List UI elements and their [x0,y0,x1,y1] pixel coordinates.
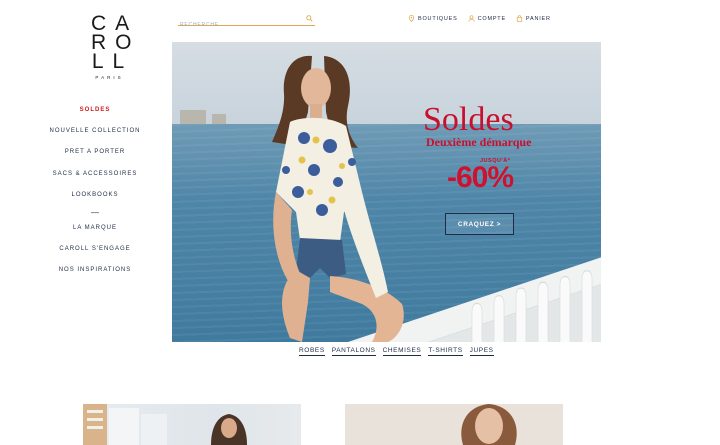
sidebar-item-lookbooks[interactable]: LOOKBOOKS [40,189,150,210]
sidebar-item-nos-inspirations[interactable]: NOS INSPIRATIONS [40,264,150,285]
sidebar-item-la-marque[interactable]: LA MARQUE [40,222,150,243]
sidebar-item-sacs-accessoires[interactable]: SACS & ACCESSOIRES [40,168,150,189]
search-bar [178,13,315,31]
account-link-label: COMPTE [477,15,506,22]
sidebar-item-nouvelle-collection[interactable]: NOUVELLE COLLECTION [40,125,150,146]
product-tile[interactable] [345,404,563,445]
category-links: ROBES PANTALONS CHEMISES T-SHIRTS JUPES [299,347,494,356]
hero-title: Soldes [423,101,514,138]
header-links: BOUTIQUES COMPTE PANIER [408,15,551,22]
hero-subtitle: Deuxième démarque [426,135,532,149]
cart-link-label: PANIER [525,15,551,22]
brand-logo[interactable]: CA RO LL PARIS [82,13,134,80]
category-link-t-shirts[interactable]: T-SHIRTS [428,347,463,356]
cart-link[interactable]: PANIER [516,15,551,22]
hero-model-image [272,55,404,342]
hero-discount: -60% [447,161,514,194]
product-tile[interactable] [83,404,301,445]
category-link-robes[interactable]: ROBES [299,347,325,356]
product-tile-image [83,404,247,445]
sidebar-nav: SOLDES NOUVELLE COLLECTION PRET A PORTER… [40,104,150,286]
user-icon [467,15,475,22]
sidebar-divider: — [91,207,99,217]
craquez-button[interactable]: CRAQUEZ > [445,213,514,235]
category-link-jupes[interactable]: JUPES [469,347,494,356]
hero-banner[interactable]: Soldes Deuxième démarque JUSQU'À* -60% C… [172,42,601,342]
logo-subtitle: PARIS [95,75,124,80]
search-input[interactable] [178,19,298,31]
category-link-chemises[interactable]: CHEMISES [382,347,422,356]
sidebar-item-soldes[interactable]: SOLDES [40,104,150,125]
logo-row-3: LL [91,50,134,73]
bag-icon [516,15,523,22]
category-link-pantalons[interactable]: PANTALONS [331,347,376,356]
sidebar-item-caroll-s-engage[interactable]: CAROLL S'ENGAGE [40,243,150,264]
account-link[interactable]: COMPTE [467,15,506,22]
stores-link[interactable]: BOUTIQUES [408,15,458,22]
stores-link-label: BOUTIQUES [418,15,458,22]
search-icon[interactable] [306,15,313,22]
product-tile-image [461,404,517,445]
sidebar-item-pret-a-porter[interactable]: PRET A PORTER [40,146,150,167]
location-pin-icon [408,15,415,22]
